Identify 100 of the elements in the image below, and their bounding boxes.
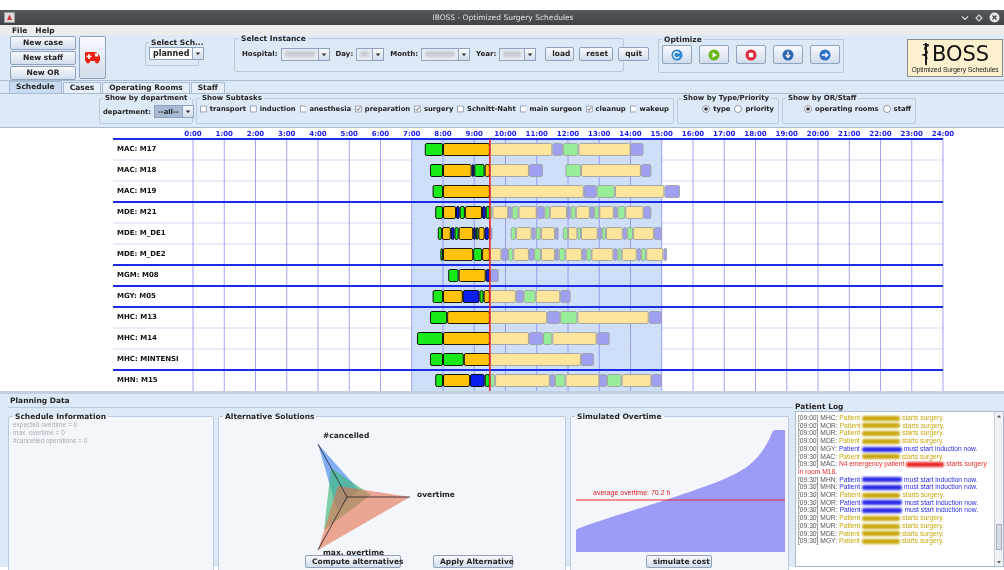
planned-surgery-bar[interactable] <box>575 206 590 219</box>
optimize-button[interactable] <box>810 45 840 64</box>
radio-button[interactable] <box>734 105 743 113</box>
induction-bar[interactable] <box>459 206 465 219</box>
induction-bar[interactable] <box>479 290 484 303</box>
planned-surgery-bar[interactable] <box>540 248 555 261</box>
schedule-select[interactable]: planned <box>149 47 205 60</box>
minimize-icon[interactable] <box>961 13 969 22</box>
induction-bar[interactable] <box>448 269 459 282</box>
planned-surgery-bar[interactable] <box>568 227 578 240</box>
anesthesia-bar[interactable] <box>482 206 486 219</box>
planned-induction-bar[interactable] <box>560 311 578 324</box>
planned-surgery-bar[interactable] <box>489 248 502 261</box>
planned-surgery-bar[interactable] <box>621 374 652 387</box>
induction-bar[interactable] <box>475 227 479 240</box>
planned-surgery-bar[interactable] <box>513 248 529 261</box>
planned-induction-bar[interactable] <box>565 164 581 177</box>
induction-bar[interactable] <box>440 248 443 261</box>
induction-bar[interactable] <box>424 143 443 156</box>
induction-bar[interactable] <box>417 332 443 345</box>
planned-induction-bar[interactable] <box>511 206 519 219</box>
optimize-button[interactable] <box>773 45 803 64</box>
induction-bar[interactable] <box>443 353 464 366</box>
planned-surgery-bar[interactable] <box>565 248 582 261</box>
planned-surgery-bar[interactable] <box>489 290 516 303</box>
planned-surgery-bar[interactable] <box>552 332 597 345</box>
surgery-bar[interactable] <box>443 290 463 303</box>
radio-button[interactable] <box>882 105 891 113</box>
planned-surgery-bar[interactable] <box>621 248 637 261</box>
ambulance-button[interactable] <box>79 36 106 79</box>
optimize-button[interactable] <box>699 45 729 64</box>
surgery-bar[interactable] <box>464 206 482 219</box>
planned-induction-bar[interactable] <box>601 227 606 240</box>
surgery-bar[interactable] <box>458 269 486 282</box>
planned-surgery-bar[interactable] <box>606 227 623 240</box>
planned-surgery-bar[interactable] <box>581 227 598 240</box>
induction-bar[interactable] <box>435 206 443 219</box>
planned-surgery-bar[interactable] <box>577 311 649 324</box>
close-icon[interactable] <box>989 12 1000 23</box>
surgery-bar[interactable] <box>483 290 490 303</box>
planned-surgery-bar[interactable] <box>540 227 555 240</box>
planned-induction-bar[interactable] <box>544 206 550 219</box>
planned-induction-bar[interactable] <box>534 248 541 261</box>
instance-select[interactable] <box>421 47 471 61</box>
surgery-bar[interactable] <box>458 227 474 240</box>
planned-surgery-bar[interactable] <box>646 248 664 261</box>
instance-select[interactable] <box>280 47 330 61</box>
planned-surgery-bar[interactable] <box>495 374 550 387</box>
scrollbar-thumb[interactable] <box>996 524 1002 550</box>
induction-bar[interactable] <box>484 374 490 387</box>
optimize-button[interactable] <box>662 45 692 64</box>
planned-surgery-bar[interactable] <box>535 290 561 303</box>
induction-bar[interactable] <box>454 227 459 240</box>
induction-bar[interactable] <box>430 164 443 177</box>
planned-induction-bar[interactable] <box>510 227 516 240</box>
anesthesia-bar[interactable] <box>484 227 489 240</box>
planned-surgery-bar[interactable] <box>489 164 529 177</box>
radio-button[interactable] <box>804 105 813 113</box>
checkbox[interactable] <box>414 105 421 113</box>
surgery-bar[interactable] <box>447 311 490 324</box>
planned-induction-bar[interactable] <box>523 290 536 303</box>
surgery-bar[interactable] <box>443 332 490 345</box>
anesthesia-bar[interactable] <box>450 227 455 240</box>
planned-induction-bar[interactable] <box>558 248 566 261</box>
optimize-button[interactable] <box>736 45 766 64</box>
radio-button[interactable] <box>702 105 711 113</box>
planned-induction-bar[interactable] <box>489 374 496 387</box>
planned-induction-bar[interactable] <box>489 206 493 219</box>
scroll-down-icon[interactable] <box>995 558 1003 566</box>
checkbox[interactable] <box>200 105 207 113</box>
instance-select[interactable] <box>356 47 385 61</box>
planned-induction-bar[interactable] <box>562 227 568 240</box>
checkbox[interactable] <box>457 105 465 113</box>
planned-induction-bar[interactable] <box>577 227 581 240</box>
induction-bar[interactable] <box>432 290 443 303</box>
planned-induction-bar[interactable] <box>562 143 579 156</box>
planned-induction-bar[interactable] <box>586 248 592 261</box>
planned-induction-bar[interactable] <box>535 227 541 240</box>
surgery-bar[interactable] <box>443 164 472 177</box>
induction-bar[interactable] <box>474 164 485 177</box>
anesthesia-bar[interactable] <box>471 164 475 177</box>
surgery-bar[interactable] <box>443 248 474 261</box>
surgery-bar[interactable] <box>443 374 471 387</box>
surgery-bar[interactable] <box>478 227 485 240</box>
planned-induction-bar[interactable] <box>555 374 566 387</box>
planned-surgery-bar[interactable] <box>515 227 532 240</box>
planned-induction-bar[interactable] <box>626 227 634 240</box>
checkbox[interactable] <box>585 105 593 113</box>
planned-induction-bar[interactable] <box>607 374 622 387</box>
induction-bar[interactable] <box>430 353 443 366</box>
planned-induction-bar[interactable] <box>617 248 622 261</box>
surgery-bar[interactable] <box>443 185 490 198</box>
maximize-icon[interactable] <box>975 13 983 22</box>
induction-bar[interactable] <box>485 206 490 219</box>
planned-induction-bar[interactable] <box>508 248 514 261</box>
instance-select[interactable] <box>499 47 537 61</box>
surgery-bar[interactable] <box>442 227 451 240</box>
induction-bar[interactable] <box>473 248 482 261</box>
checkbox[interactable] <box>355 105 362 113</box>
checkbox[interactable] <box>629 105 637 113</box>
